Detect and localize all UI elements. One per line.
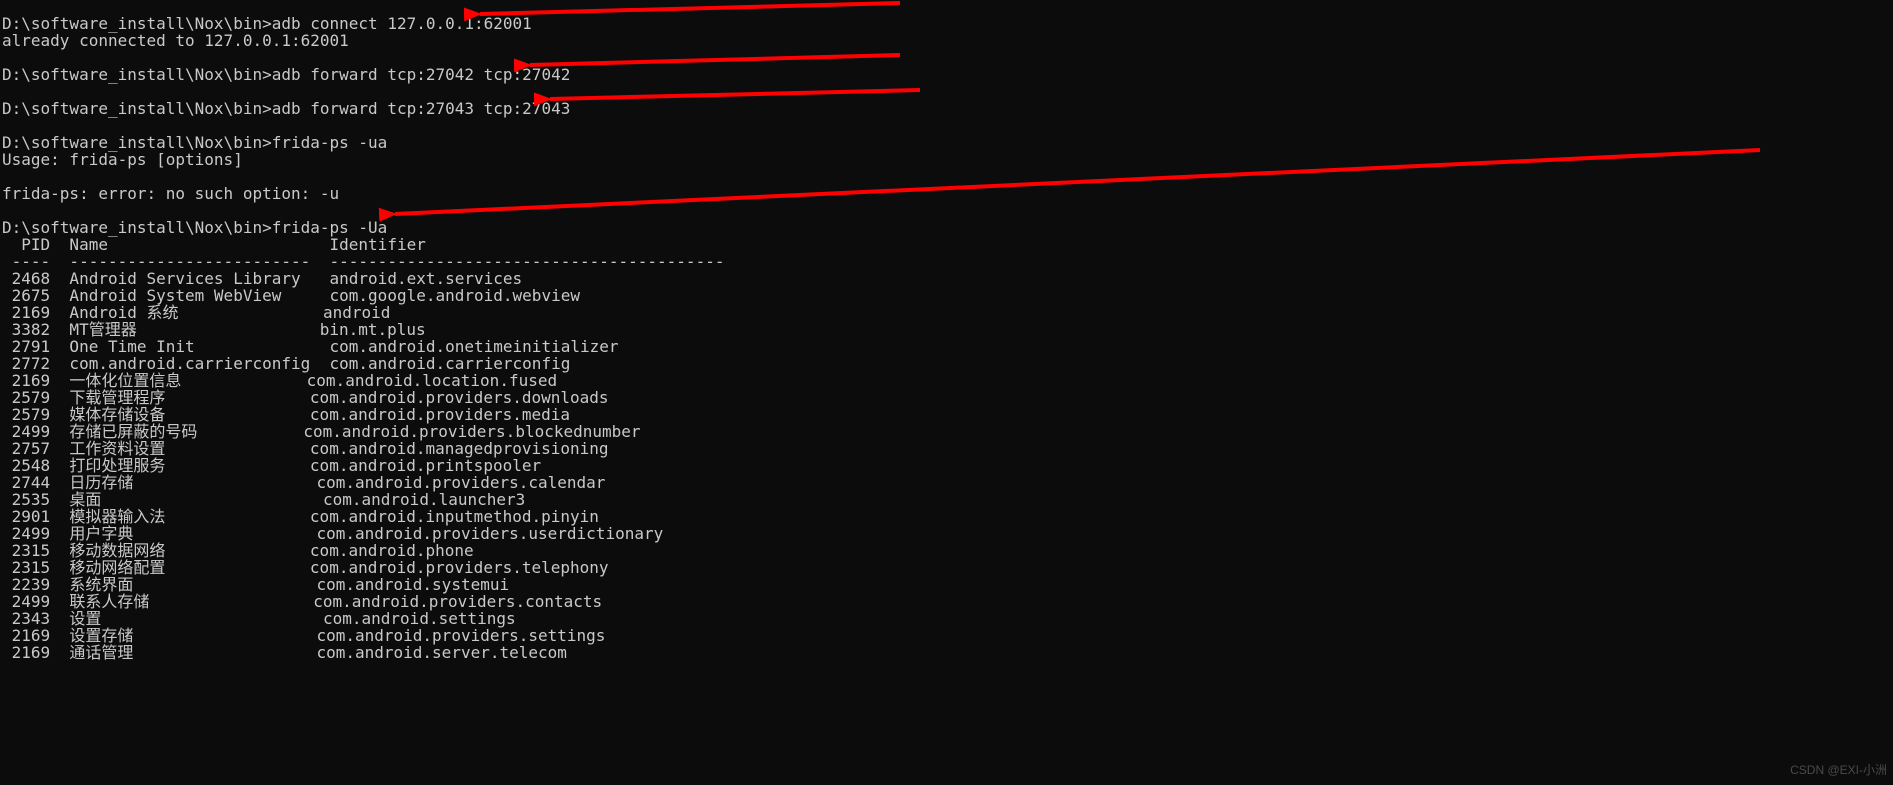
- prompt: D:\software_install\Nox\bin>: [2, 99, 272, 118]
- terminal-output: D:\software_install\Nox\bin>adb connect …: [2, 0, 724, 661]
- watermark: CSDN @EXI-小洲: [1790, 762, 1887, 779]
- command-frida-ps-lower: frida-ps -ua: [272, 133, 388, 152]
- command-adb-forward-1: adb forward tcp:27042 tcp:27042: [272, 65, 571, 84]
- prompt: D:\software_install\Nox\bin>: [2, 65, 272, 84]
- output-line: already connected to 127.0.0.1:62001: [2, 31, 349, 50]
- command-adb-forward-2: adb forward tcp:27043 tcp:27043: [272, 99, 571, 118]
- table-row: 2468 Android Services Library android.ex…: [2, 269, 663, 662]
- output-line: frida-ps: error: no such option: -u: [2, 184, 339, 203]
- output-line: Usage: frida-ps [options]: [2, 150, 243, 169]
